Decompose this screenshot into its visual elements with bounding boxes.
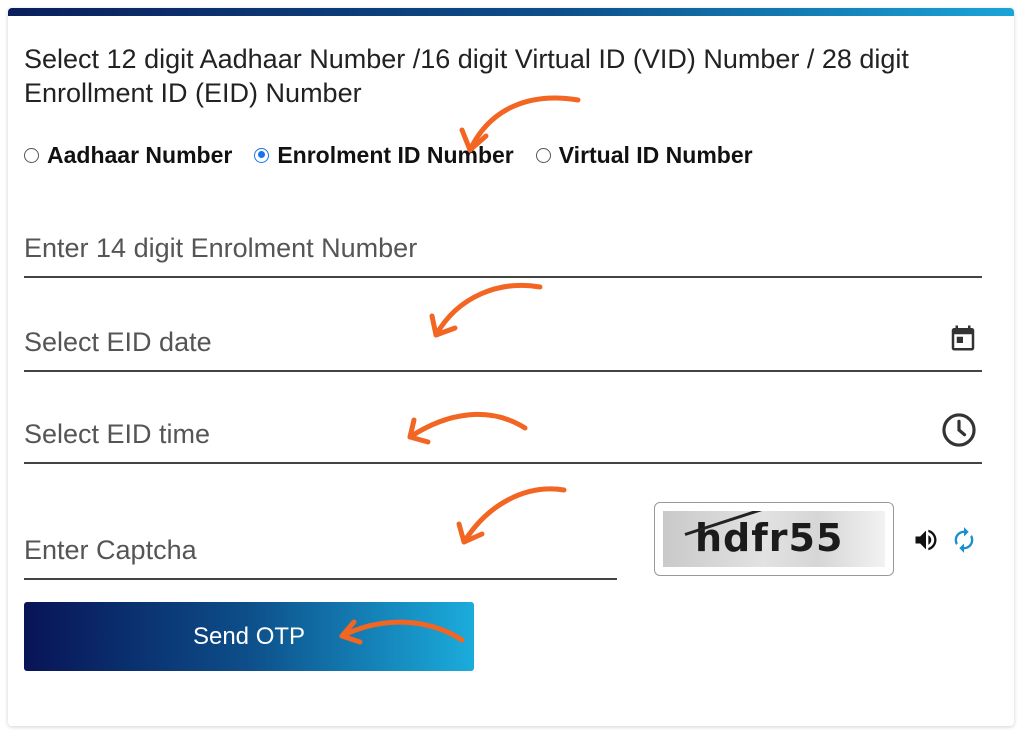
radio-virtual-id-number[interactable]: Virtual ID Number [535,141,753,169]
captcha-image-frame: hdfr55 [654,502,894,576]
eid-date-input[interactable]: Select EID date [24,306,982,372]
calendar-icon[interactable] [948,323,978,358]
captcha-input[interactable]: Enter Captcha [24,514,617,580]
send-otp-button[interactable]: Send OTP [24,602,474,671]
radio-label: Virtual ID Number [558,141,753,168]
radio-label: Aadhaar Number [47,141,233,168]
radio-button[interactable] [535,147,551,163]
captcha-image: hdfr55 [663,511,885,567]
radio-aadhaar-number[interactable]: Aadhaar Number [24,142,232,169]
radio-enrolment-id-number[interactable]: Enrolment ID Number [254,141,514,169]
captcha-placeholder: Enter Captcha [24,535,197,565]
eid-time-input[interactable]: Select EID time [24,398,982,464]
radio-button-selected[interactable] [254,147,270,163]
clock-icon[interactable] [940,411,978,454]
eid-date-placeholder: Select EID date [24,327,212,357]
eid-time-placeholder: Select EID time [24,419,211,449]
radio-label: Enrolment ID Number [277,141,514,168]
id-type-radio-group: Aadhaar Number Enrolment ID Number Virtu… [24,140,753,170]
top-accent-bar [8,8,1014,16]
enrolment-number-input[interactable]: Enter 14 digit Enrolment Number [24,212,982,278]
refresh-icon[interactable] [950,526,978,554]
form-heading: Select 12 digit Aadhaar Number /16 digit… [24,44,909,108]
speaker-icon[interactable] [912,526,940,554]
enrolment-number-placeholder: Enter 14 digit Enrolment Number [24,233,418,263]
radio-button[interactable] [24,147,39,163]
